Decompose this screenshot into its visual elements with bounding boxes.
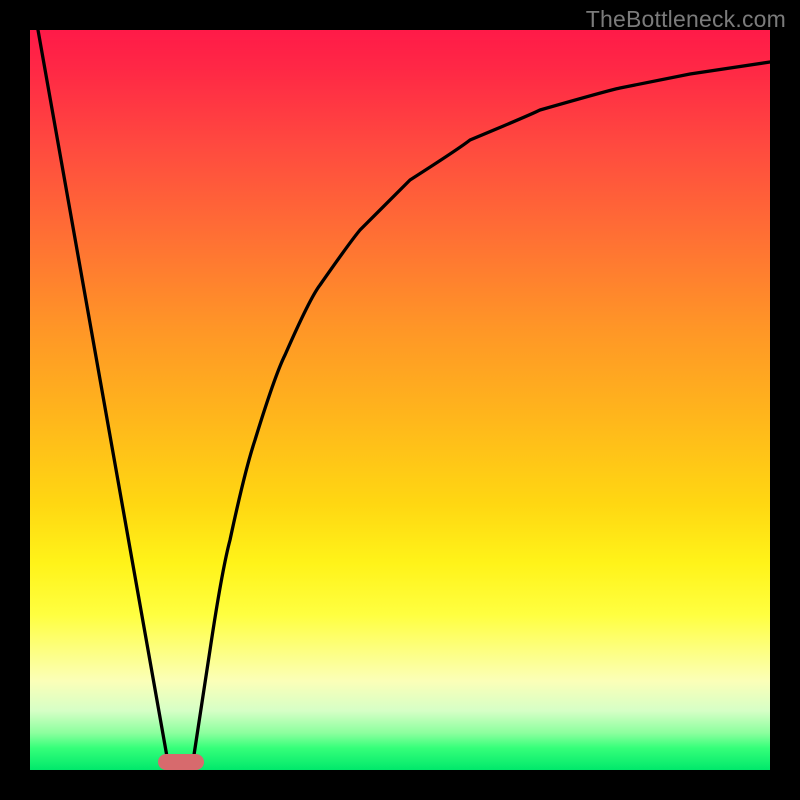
- chart-frame: TheBottleneck.com: [0, 0, 800, 800]
- plot-area: [30, 30, 770, 770]
- optimum-marker: [158, 754, 204, 770]
- bottleneck-curve: [30, 30, 770, 770]
- curve-left-segment: [38, 30, 169, 768]
- curve-right-segment: [192, 62, 770, 768]
- watermark-text: TheBottleneck.com: [586, 6, 786, 33]
